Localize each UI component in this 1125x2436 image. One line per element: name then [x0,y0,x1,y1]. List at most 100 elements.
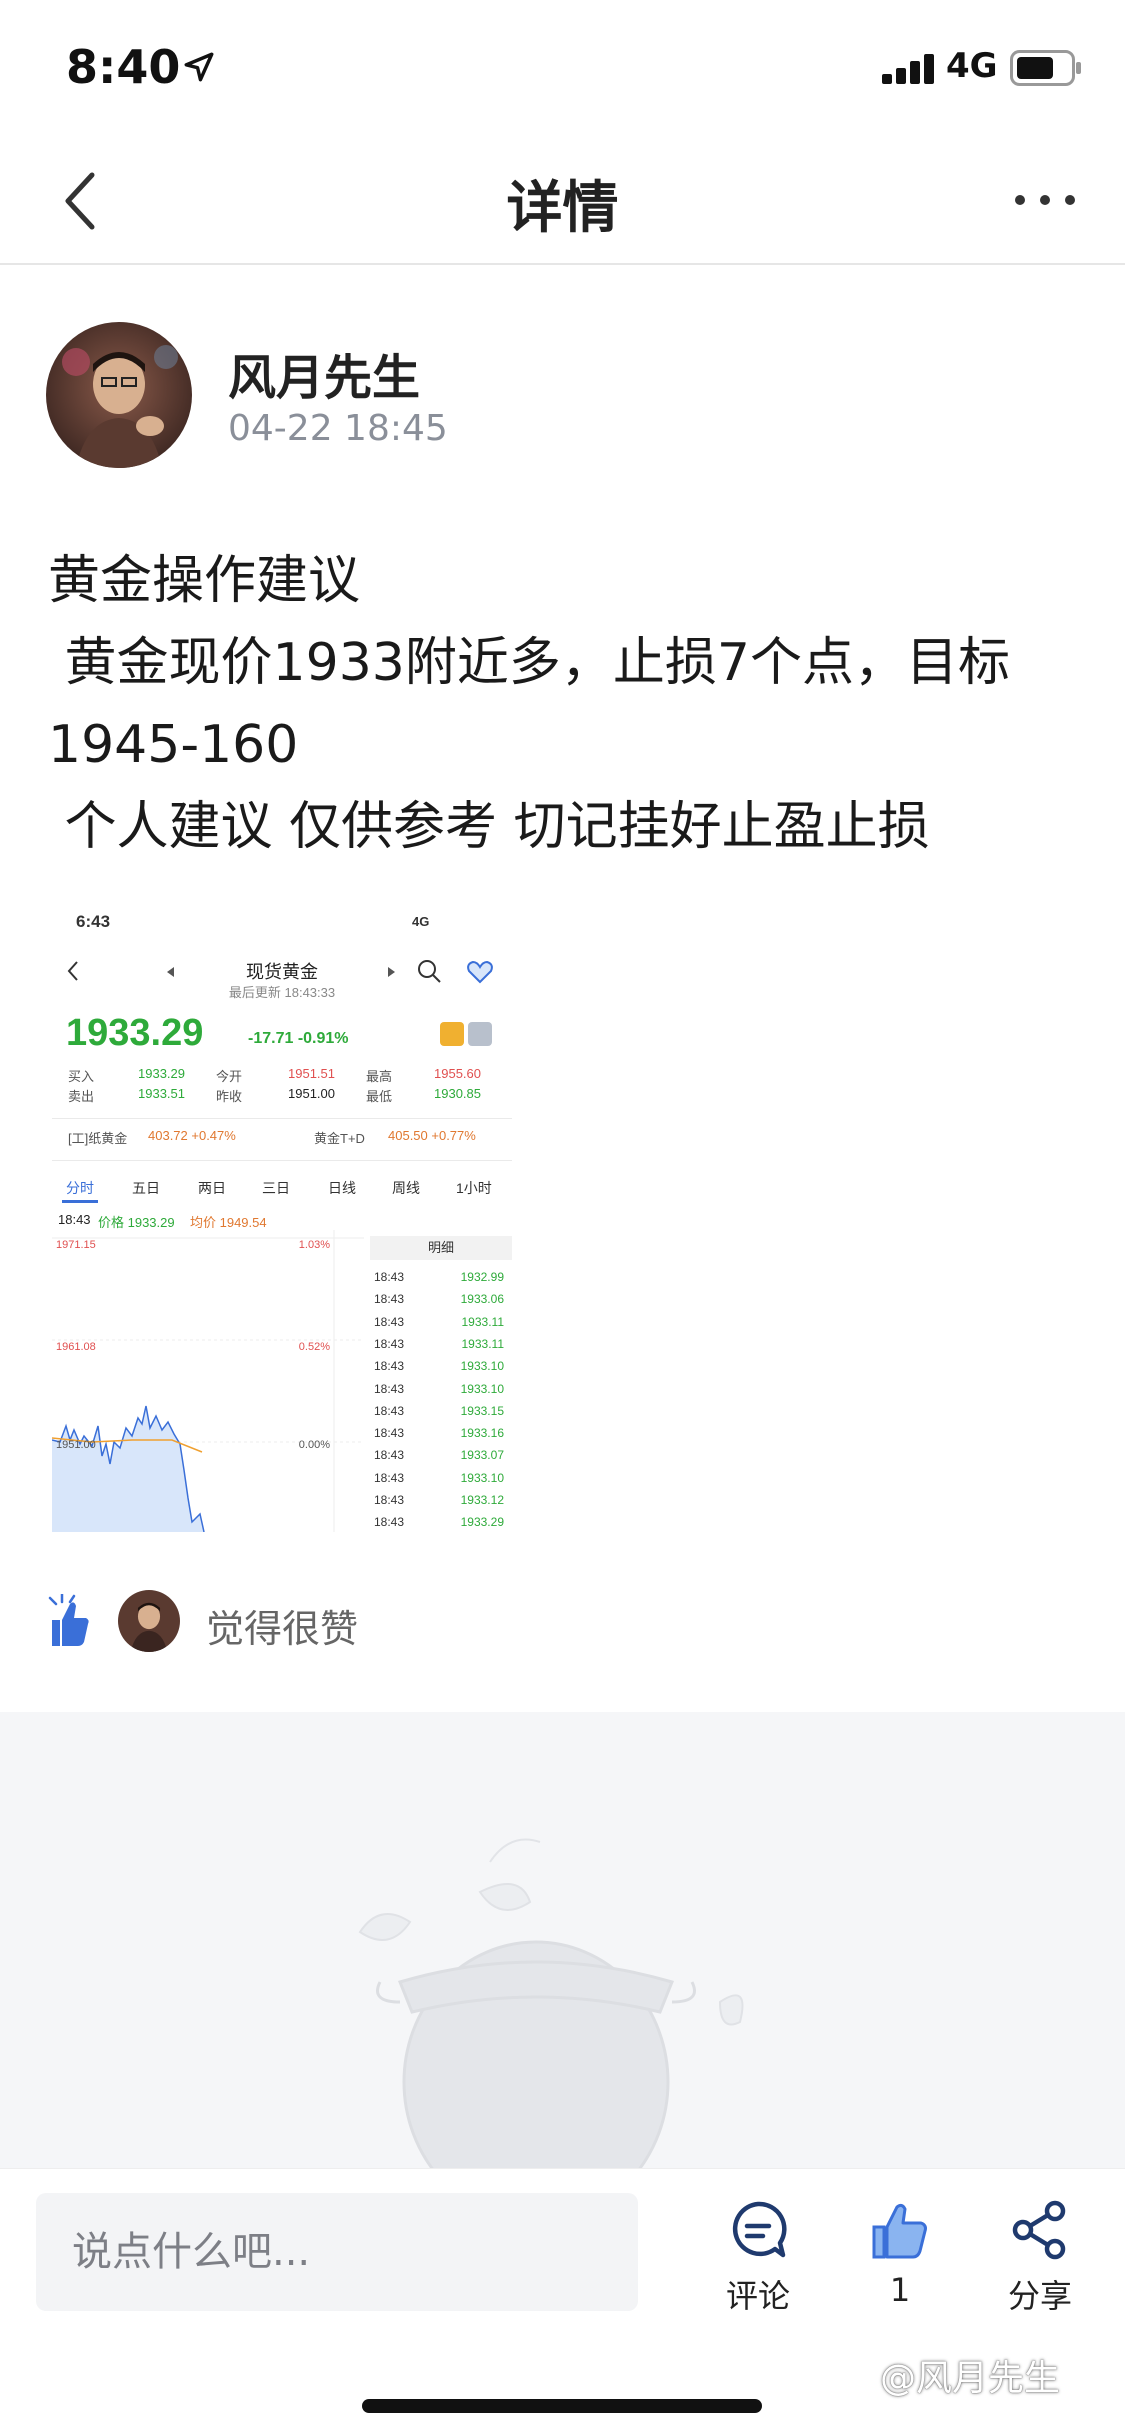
image-detail-time: 18:43 [374,1336,405,1351]
image-detail-time: 18:43 [374,1359,405,1374]
image-detail-price: 1933.11 [461,1314,505,1329]
image-quote-value: 1951.51 [288,1066,335,1081]
image-detail-row: 18:43 1933.15 [374,1404,508,1426]
likes-text: 觉得很赞 [206,1607,359,1651]
image-detail-time: 18:43 [374,1426,405,1441]
image-tab: 日线 [328,1180,356,1196]
chart-tick-label: 1.03% [299,1239,330,1251]
comment-icon [732,2201,787,2258]
image-detail-price: 1933.06 [460,1292,504,1307]
image-detail-price: 1933.12 [460,1493,504,1507]
status-time: 8:40 [66,40,181,94]
chart-tick-label: 0.00% [299,1439,330,1451]
home-indicator [362,2399,762,2413]
comments-empty-area [0,1712,1125,2168]
image-tab: 周线 [392,1180,420,1196]
image-status-time: 6:43 [76,912,111,931]
image-quote-value: 1933.51 [138,1086,185,1101]
chart-tick-label: 1971.15 [56,1239,96,1251]
image-tab: 五日 [132,1180,160,1196]
battery-icon [1010,50,1081,86]
image-subtitle: 最后更新 18:43:33 [228,985,336,1000]
comment-input[interactable] [36,2193,638,2311]
image-detail-price: 1933.10 [460,1470,504,1485]
image-quote-label: 买入 [68,1069,95,1084]
image-quote-value: 1951.00 [288,1086,335,1101]
image-tab: 1小时 [456,1180,492,1196]
liker-avatar[interactable] [118,1590,180,1652]
empty-state-illustration [358,1838,744,2168]
cellular-signal-icon [882,52,936,84]
image-chart-time: 18:43 [58,1212,91,1227]
image-detail-row: 18:43 1933.29 [374,1515,508,1532]
image-detail-row: 18:43 1933.11 [374,1337,508,1359]
image-title: 现货黄金 [246,962,318,982]
image-quote-label: 最低 [366,1089,393,1104]
image-detail-time: 18:43 [374,1470,405,1485]
image-tab: 三日 [262,1180,290,1196]
author-avatar[interactable] [46,322,192,468]
image-detail-row: 18:43 1933.10 [374,1471,508,1493]
post-line: 1945-160 [48,715,299,775]
share-icon [1012,2200,1066,2260]
image-network: 4G [412,914,430,929]
image-badge-icon [468,1022,492,1046]
image-detail-row: 18:43 1933.06 [374,1292,508,1314]
watermark: @风月先生 [880,2358,1061,2399]
image-change: -17.71 -0.91% [248,1030,349,1047]
image-quote-value: 1933.29 [138,1066,185,1081]
chart-tick-label: 0.52% [299,1341,330,1353]
like-count: 1 [889,2271,911,2309]
image-detail-time: 18:43 [374,1292,405,1307]
image-related-value: 405.50 +0.77% [388,1128,476,1143]
image-badge-icon [440,1022,464,1046]
bottom-action-bar: 评论 1 分享 @风月先生 [0,2168,1125,2436]
image-detail-price: 1933.29 [460,1515,504,1530]
post-content: 黄金操作建议 黄金现价1933附近多，止损7个点，目标 1945-160 个人建… [48,540,1088,868]
thumbs-up-icon [872,2203,927,2259]
image-detail-row: 18:43 1933.11 [374,1315,508,1337]
page-title: 详情 [506,176,619,241]
post-line: 黄金操作建议 [48,551,361,611]
image-detail-price: 1933.16 [460,1426,504,1441]
chart-tick-label: 1961.08 [56,1341,96,1353]
image-detail-header: 明细 [370,1236,512,1260]
comment-label: 评论 [725,2277,790,2315]
image-quote-label: 昨收 [216,1089,243,1104]
network-type: 4G [946,46,998,86]
status-bar: 8:40 4G [0,0,1125,135]
image-price: 1933.29 [66,1012,204,1054]
like-button[interactable]: 1 [840,2199,960,2319]
comment-button[interactable]: 评论 [698,2199,818,2319]
image-detail-time: 18:43 [374,1515,405,1530]
image-detail-price: 1933.10 [460,1359,504,1374]
image-detail-time: 18:43 [374,1381,405,1396]
image-detail-time: 18:43 [374,1493,405,1507]
image-quote-label: 最高 [366,1069,393,1084]
author-name[interactable]: 风月先生 [228,338,420,408]
image-detail-row: 18:43 1933.07 [374,1448,508,1470]
image-chart-price: 价格 1933.29 [98,1215,175,1230]
image-related-label: 黄金T+D [314,1131,365,1146]
image-quote-value: 1930.85 [434,1086,481,1101]
chart-tick-label: 1951.00 [56,1439,96,1451]
image-chart-avg: 均价 1949.54 [190,1215,267,1230]
image-detail-row: 18:43 1932.99 [374,1270,508,1292]
image-detail-time: 18:43 [374,1314,405,1329]
image-quote-label: 卖出 [68,1089,95,1104]
image-detail-row: 18:43 1933.10 [374,1382,508,1404]
image-tab: 两日 [198,1180,226,1196]
image-intraday-chart: 1971.15 1961.08 1951.00 1.03% 0.52% 0.00… [52,1230,364,1532]
image-detail-time: 18:43 [374,1448,405,1463]
more-icon[interactable] [1012,185,1078,215]
image-detail-price: 1933.15 [460,1403,504,1418]
image-detail-time: 18:43 [374,1403,405,1418]
share-label: 分享 [1007,2277,1072,2315]
image-detail-row: 18:43 1933.12 [374,1493,508,1515]
post-line: 黄金现价1933附近多，止损7个点，目标 [48,633,1010,693]
image-detail-row: 18:43 1933.16 [374,1426,508,1448]
post-image[interactable]: 6:43 4G 现货黄金 最后更新 18:43:33 1933.29 -17.7… [52,900,512,1532]
image-detail-price: 1932.99 [460,1270,504,1284]
image-detail-price: 1933.10 [460,1381,504,1396]
share-button[interactable]: 分享 [980,2199,1100,2319]
